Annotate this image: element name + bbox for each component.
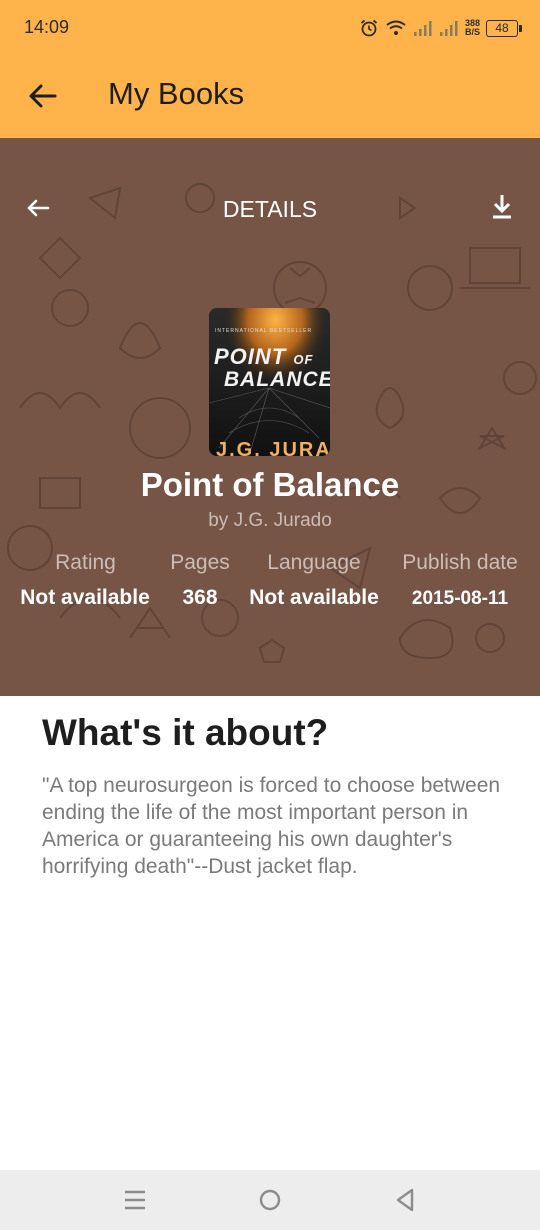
page-title: My Books	[108, 76, 245, 111]
cover-title-point: POINT	[214, 344, 287, 369]
cover-title-line1: POINT OF	[214, 344, 313, 370]
net-speed: 388 B/S	[465, 19, 480, 37]
battery-icon: 48	[486, 19, 522, 37]
status-time: 14:09	[24, 17, 70, 37]
book-cover[interactable]: INTERNATIONAL BESTSELLER POINT OF BALANC…	[209, 308, 330, 456]
signal-icon	[413, 21, 432, 36]
system-nav-bar	[0, 1170, 540, 1230]
about-heading: What's it about?	[42, 712, 329, 753]
cover-title-line2: BALANCE	[224, 368, 330, 391]
cover-tagline: INTERNATIONAL BESTSELLER	[215, 328, 313, 334]
cover-title-of: OF	[293, 352, 314, 367]
stat-value-rating: Not available	[20, 586, 150, 609]
menu-icon[interactable]	[120, 1185, 150, 1215]
status-icons: 388 B/S 48	[359, 14, 522, 42]
back-triangle-icon[interactable]	[390, 1185, 420, 1215]
details-header: DETAILS	[222, 196, 318, 222]
alarm-icon	[360, 19, 378, 37]
stat-value-language: Not available	[249, 586, 379, 609]
wifi-icon	[386, 20, 406, 35]
book-title: Point of Balance	[140, 466, 400, 503]
book-author: by J.G. Jurado	[208, 510, 332, 531]
book-hero: DETAILS INTERNATIONAL BESTSELLER POINT O…	[0, 138, 540, 696]
net-speed-unit: B/S	[464, 27, 480, 37]
stat-label-rating: Rating	[55, 551, 116, 574]
about-description: "A top neurosurgeon is forced to choose …	[42, 774, 501, 878]
stat-label-pages: Pages	[170, 551, 230, 574]
signal-icon	[439, 21, 458, 36]
stat-value-publish-date: 2015-08-11	[411, 588, 509, 609]
download-icon[interactable]	[488, 192, 516, 222]
stat-label-publish-date: Publish date	[402, 551, 518, 574]
stat-value-pages: 368	[182, 586, 218, 609]
home-circle-icon[interactable]	[255, 1185, 285, 1215]
app-bar: My Books	[0, 56, 540, 138]
stat-label-language: Language	[267, 551, 361, 574]
status-bar: 14:09 388 B/S 48	[0, 0, 540, 56]
arrow-left-icon[interactable]	[28, 81, 58, 111]
cover-author: J.G. JURADO	[216, 439, 330, 456]
